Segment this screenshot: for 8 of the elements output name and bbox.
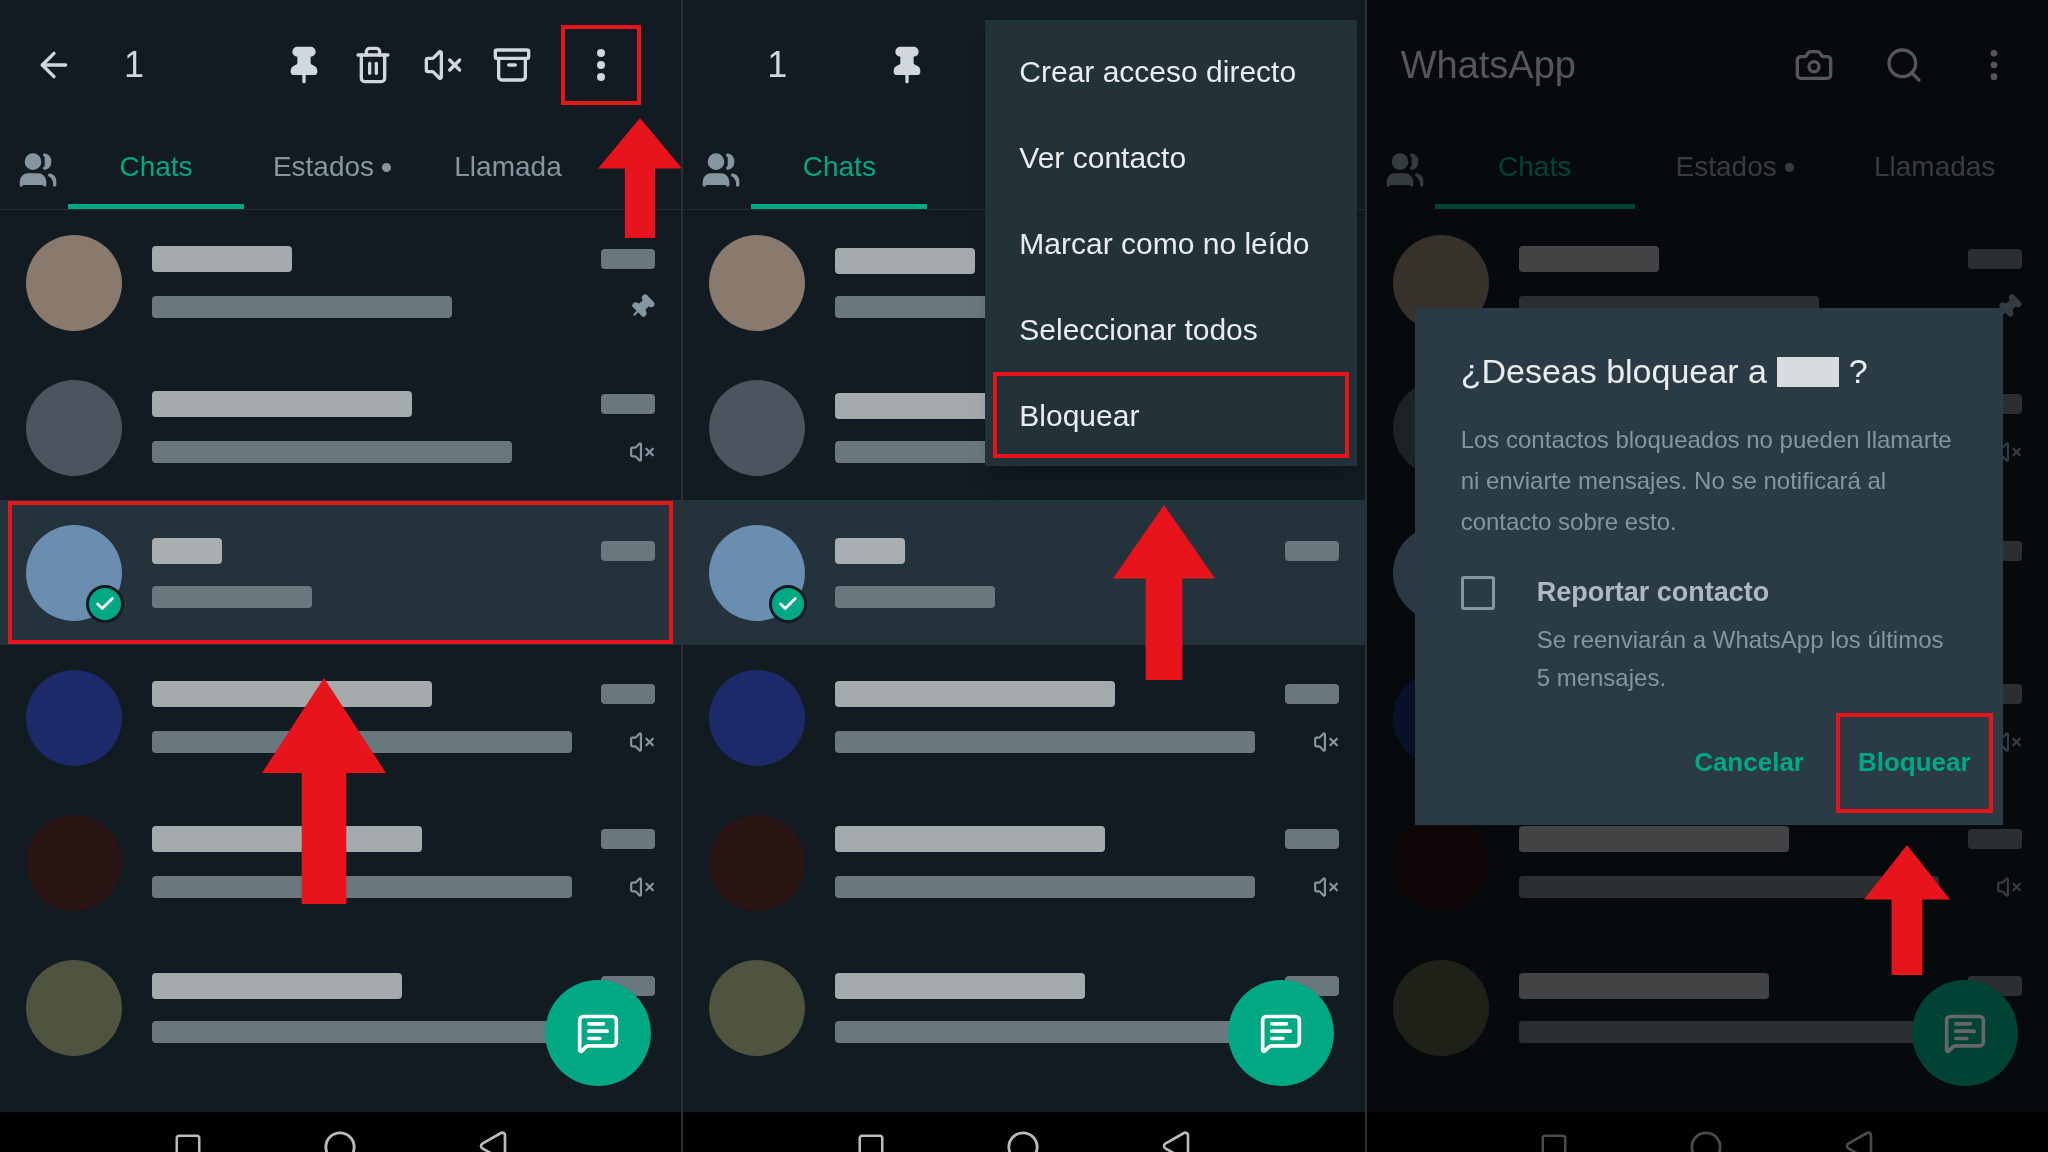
checkbox-hint: Se reenviarán a WhatsApp los últimos 5 mensajes. — [1536, 624, 1945, 693]
selected-count: 1 — [767, 43, 788, 87]
selected-count: 1 — [124, 43, 146, 87]
app-title: WhatsApp — [1400, 42, 1577, 88]
dialog-title: ¿Deseas bloquear a — [1460, 351, 1767, 392]
checkbox-label: Reportar contacto — [1536, 576, 1771, 609]
dialog-message: Los contactos bloqueados no pueden llamarte ni enviarte mensajes. No se notificará al contacto sobre esto. — [1460, 425, 1953, 537]
dialog-title-end: ? — [1848, 351, 1868, 392]
